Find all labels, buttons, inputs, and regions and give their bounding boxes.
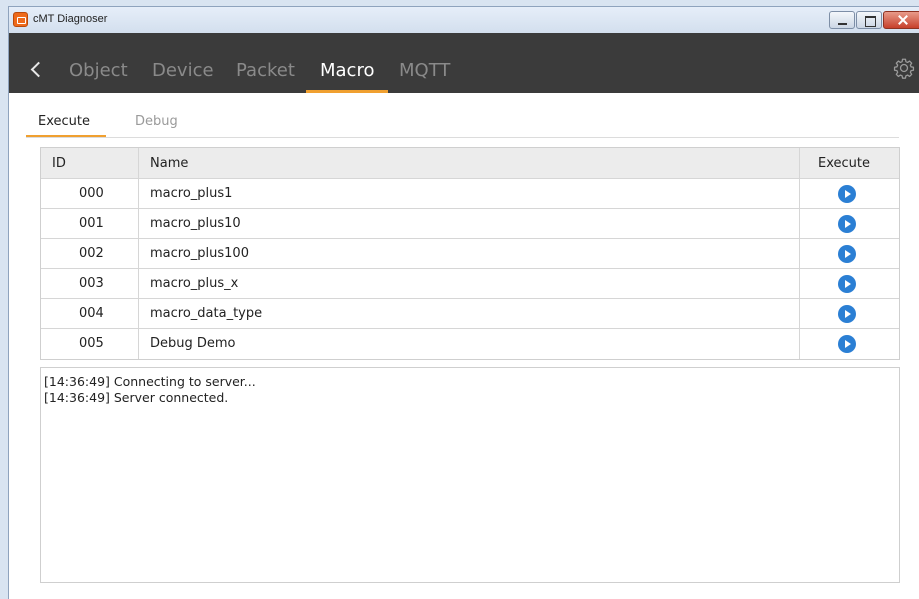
row-name: Debug Demo: [150, 336, 236, 351]
macro-table: ID Name Execute 000 macro_plus1 001 macr…: [40, 147, 900, 360]
tab-device[interactable]: Device: [152, 60, 214, 93]
row-id: 004: [79, 306, 104, 321]
row-name: macro_plus_x: [150, 276, 239, 291]
row-name: macro_plus100: [150, 246, 249, 261]
header-id: ID: [52, 156, 66, 171]
tab-mqtt[interactable]: MQTT: [399, 60, 450, 93]
top-nav-bar: Object Device Packet Macro MQTT: [9, 33, 919, 93]
active-subtab-indicator: [26, 135, 106, 137]
column-divider: [138, 148, 139, 178]
tab-macro[interactable]: Macro: [306, 60, 389, 93]
column-divider: [799, 179, 800, 208]
log-line: [14:36:49] Server connected.: [44, 390, 229, 405]
close-button[interactable]: [883, 11, 919, 29]
column-divider: [799, 269, 800, 298]
log-output[interactable]: [14:36:49] Connecting to server... [14:3…: [40, 367, 900, 583]
table-row[interactable]: 004 macro_data_type: [41, 299, 899, 329]
row-id: 002: [79, 246, 104, 261]
gear-icon[interactable]: [893, 57, 915, 79]
row-id: 001: [79, 216, 104, 231]
subtab-debug[interactable]: Debug: [135, 114, 178, 129]
window-title: cMT Diagnoser: [33, 13, 108, 25]
column-divider: [138, 179, 139, 208]
maximize-button[interactable]: [856, 11, 882, 29]
table-row[interactable]: 000 macro_plus1: [41, 179, 899, 209]
chevron-left-icon[interactable]: [29, 59, 43, 79]
title-bar: cMT Diagnoser: [9, 7, 919, 33]
column-divider: [799, 148, 800, 178]
play-circle-icon[interactable]: [838, 275, 856, 293]
header-name: Name: [150, 156, 189, 171]
column-divider: [799, 329, 800, 359]
row-id: 005: [79, 336, 104, 351]
column-divider: [138, 329, 139, 359]
column-divider: [799, 209, 800, 238]
column-divider: [138, 209, 139, 238]
row-name: macro_plus1: [150, 186, 233, 201]
log-line: [14:36:49] Connecting to server...: [44, 374, 256, 389]
header-execute: Execute: [818, 156, 870, 171]
play-circle-icon[interactable]: [838, 335, 856, 353]
column-divider: [138, 239, 139, 268]
minimize-button[interactable]: [829, 11, 855, 29]
column-divider: [799, 239, 800, 268]
column-divider: [138, 299, 139, 328]
table-row[interactable]: 002 macro_plus100: [41, 239, 899, 269]
table-row[interactable]: 005 Debug Demo: [41, 329, 899, 359]
table-row[interactable]: 003 macro_plus_x: [41, 269, 899, 299]
column-divider: [138, 269, 139, 298]
table-header: ID Name Execute: [41, 148, 899, 179]
play-circle-icon[interactable]: [838, 305, 856, 323]
tab-macro-label: Macro: [320, 60, 375, 81]
app-window: cMT Diagnoser Object Device Packet Macro…: [8, 6, 919, 599]
play-circle-icon[interactable]: [838, 215, 856, 233]
play-circle-icon[interactable]: [838, 245, 856, 263]
app-logo-icon: [13, 12, 28, 27]
row-id: 003: [79, 276, 104, 291]
row-id: 000: [79, 186, 104, 201]
row-name: macro_data_type: [150, 306, 263, 321]
row-name: macro_plus10: [150, 216, 241, 231]
macro-panel: Execute Debug ID Name Execute 000 macro_…: [9, 93, 919, 599]
tab-object[interactable]: Object: [69, 60, 128, 93]
tab-packet[interactable]: Packet: [236, 60, 295, 93]
play-circle-icon[interactable]: [838, 185, 856, 203]
subtab-divider: [26, 137, 899, 138]
column-divider: [799, 299, 800, 328]
table-row[interactable]: 001 macro_plus10: [41, 209, 899, 239]
subtab-execute[interactable]: Execute: [38, 114, 90, 129]
